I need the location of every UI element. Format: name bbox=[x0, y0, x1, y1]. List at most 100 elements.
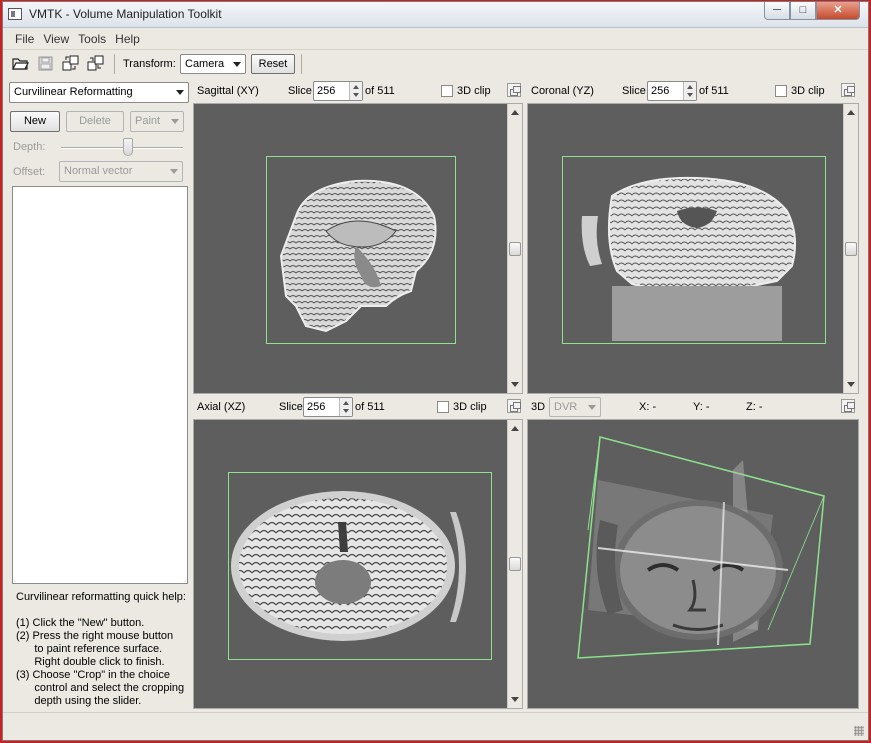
scroll-down-icon[interactable] bbox=[511, 382, 519, 387]
slice-label: Slice bbox=[279, 401, 303, 413]
coronal-header: Coronal (YZ) Slice 256 of 511 3D clip bbox=[529, 80, 859, 102]
chevron-down-icon bbox=[170, 169, 178, 174]
window-title: VMTK - Volume Manipulation Toolkit bbox=[29, 7, 222, 21]
volume-render-image bbox=[577, 436, 825, 659]
help-line: (2) Press the right mouse button bbox=[16, 630, 174, 642]
sagittal-slice-value: 256 bbox=[317, 85, 336, 97]
maximize-view-icon[interactable] bbox=[507, 399, 521, 413]
app-icon bbox=[8, 8, 22, 20]
minimize-button[interactable]: ─ bbox=[764, 2, 790, 20]
depth-slider-track[interactable] bbox=[61, 147, 183, 149]
three-d-header: 3D DVR X: - Y: - Z: - bbox=[529, 396, 859, 418]
transform-select[interactable]: Camera bbox=[180, 54, 246, 74]
offset-select[interactable]: Normal vector bbox=[59, 161, 183, 182]
axial-header: Axial (XZ) Slice 256 of 511 3D clip bbox=[195, 396, 525, 418]
chevron-down-icon bbox=[588, 405, 596, 410]
new-button[interactable]: New bbox=[10, 111, 60, 132]
quick-help: Curvilinear reformatting quick help: (1)… bbox=[16, 591, 196, 708]
help-line: depth using the slider. bbox=[16, 695, 142, 707]
sagittal-viewport[interactable] bbox=[193, 103, 523, 394]
sagittal-slice-spinbox[interactable]: 256 bbox=[313, 81, 363, 101]
maximize-view-icon[interactable] bbox=[507, 83, 521, 97]
offset-label: Offset: bbox=[13, 166, 46, 178]
three-d-viewport[interactable] bbox=[527, 419, 859, 709]
x-coordinate: X: - bbox=[639, 401, 657, 413]
coronal-brain-image bbox=[581, 176, 797, 341]
three-d-title: 3D bbox=[531, 401, 546, 413]
axial-scrollbar[interactable] bbox=[507, 420, 522, 708]
scroll-up-icon[interactable] bbox=[511, 426, 519, 431]
coronal-title: Coronal (YZ) bbox=[531, 85, 594, 97]
coronal-scrollbar[interactable] bbox=[843, 104, 858, 393]
main-window: VMTK - Volume Manipulation Toolkit ─ □ ✕… bbox=[2, 1, 869, 741]
z-coordinate: Z: - bbox=[746, 401, 763, 413]
offset-select-value: Normal vector bbox=[64, 165, 133, 177]
axial-slice-spinbox[interactable]: 256 bbox=[303, 397, 353, 417]
coronal-slice-value: 256 bbox=[651, 85, 670, 97]
resize-grip-icon[interactable] bbox=[854, 726, 864, 736]
chevron-down-icon bbox=[176, 90, 184, 95]
coronal-slice-spinbox[interactable]: 256 bbox=[647, 81, 697, 101]
y-coordinate: Y: - bbox=[693, 401, 710, 413]
maximize-view-icon[interactable] bbox=[841, 399, 855, 413]
transform-select-value: Camera bbox=[185, 58, 225, 70]
sagittal-3d-clip-checkbox[interactable] bbox=[441, 85, 453, 97]
menu-view[interactable]: View bbox=[39, 29, 74, 48]
maximize-view-icon[interactable] bbox=[841, 83, 855, 97]
sagittal-brain-image bbox=[279, 179, 437, 333]
help-line: Right double click to finish. bbox=[16, 656, 165, 668]
help-line: (3) Choose "Crop" in the choice bbox=[16, 669, 170, 681]
status-bar bbox=[3, 712, 868, 740]
chevron-down-icon bbox=[233, 62, 241, 67]
scroll-up-icon[interactable] bbox=[847, 110, 855, 115]
clip-label: 3D clip bbox=[457, 85, 491, 97]
coronal-3d-clip-checkbox[interactable] bbox=[775, 85, 787, 97]
open-folder-icon[interactable] bbox=[12, 55, 29, 72]
slice-label: Slice bbox=[622, 85, 646, 97]
scroll-thumb[interactable] bbox=[845, 242, 857, 256]
export-icon[interactable] bbox=[62, 55, 79, 72]
save-icon[interactable] bbox=[37, 55, 54, 72]
toolbar-separator bbox=[301, 54, 302, 74]
slice-total-label: of 511 bbox=[355, 401, 385, 413]
import-icon[interactable] bbox=[87, 55, 104, 72]
spin-arrows-icon[interactable] bbox=[349, 82, 362, 100]
axial-viewport[interactable] bbox=[193, 419, 523, 709]
surface-list[interactable] bbox=[12, 186, 188, 584]
maximize-button[interactable]: □ bbox=[790, 2, 816, 20]
render-mode-value: DVR bbox=[554, 401, 578, 413]
scroll-thumb[interactable] bbox=[509, 557, 521, 571]
scroll-up-icon[interactable] bbox=[511, 110, 519, 115]
close-button[interactable]: ✕ bbox=[816, 2, 860, 20]
paint-select[interactable]: Paint bbox=[130, 111, 184, 132]
reset-button[interactable]: Reset bbox=[251, 54, 295, 74]
sagittal-scrollbar[interactable] bbox=[507, 104, 522, 393]
render-mode-select[interactable]: DVR bbox=[549, 397, 601, 417]
menu-help[interactable]: Help bbox=[111, 29, 145, 48]
axial-brain-image bbox=[231, 491, 466, 641]
sagittal-header: Sagittal (XY) Slice 256 of 511 3D clip bbox=[195, 80, 525, 102]
spin-arrows-icon[interactable] bbox=[683, 82, 696, 100]
axial-3d-clip-checkbox[interactable] bbox=[437, 401, 449, 413]
help-line: (1) Click the "New" button. bbox=[16, 617, 145, 629]
transform-label: Transform: bbox=[123, 58, 176, 70]
menu-tools[interactable]: Tools bbox=[74, 29, 111, 48]
help-line: to paint reference surface. bbox=[16, 643, 163, 655]
menu-file[interactable]: File bbox=[11, 29, 39, 48]
help-title: Curvilinear reformatting quick help: bbox=[16, 591, 186, 603]
depth-slider-handle[interactable] bbox=[123, 138, 134, 156]
spin-arrows-icon[interactable] bbox=[339, 398, 352, 416]
scroll-thumb[interactable] bbox=[509, 242, 521, 256]
axial-title: Axial (XZ) bbox=[197, 401, 246, 413]
scroll-down-icon[interactable] bbox=[511, 697, 519, 702]
coronal-viewport[interactable] bbox=[527, 103, 859, 394]
scroll-down-icon[interactable] bbox=[847, 382, 855, 387]
slice-total-label: of 511 bbox=[365, 85, 395, 97]
chevron-down-icon bbox=[171, 119, 179, 124]
mode-select-value: Curvilinear Reformatting bbox=[14, 86, 133, 98]
delete-button[interactable]: Delete bbox=[66, 111, 124, 132]
slice-label: Slice bbox=[288, 85, 312, 97]
title-bar[interactable]: VMTK - Volume Manipulation Toolkit ─ □ ✕ bbox=[3, 2, 868, 28]
mode-select[interactable]: Curvilinear Reformatting bbox=[9, 82, 189, 103]
clip-label: 3D clip bbox=[791, 85, 825, 97]
